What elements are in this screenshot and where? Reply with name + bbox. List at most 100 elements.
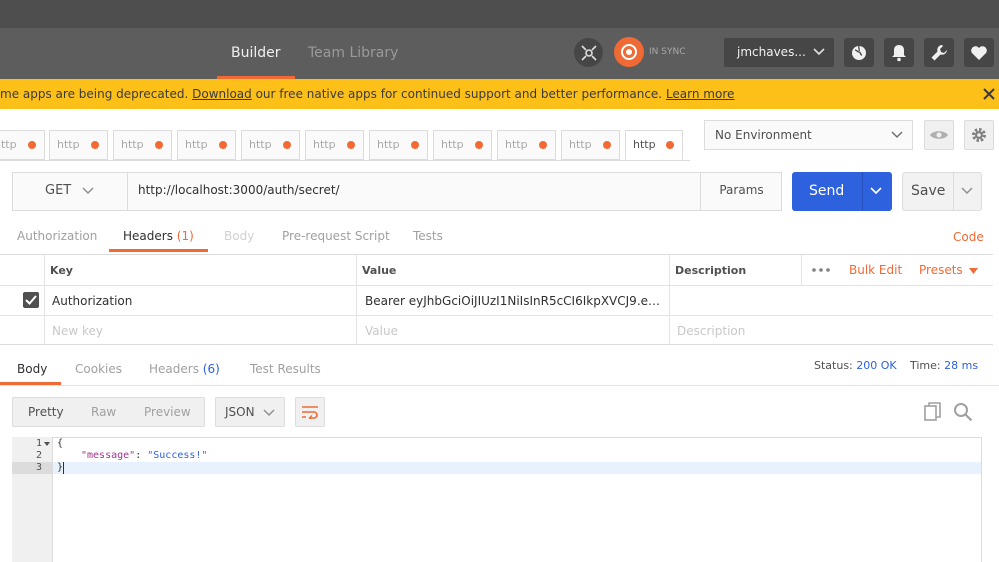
close-icon[interactable] bbox=[983, 88, 995, 100]
format-selected: JSON bbox=[225, 405, 255, 419]
format-select[interactable]: JSON bbox=[215, 397, 285, 427]
tab-prerequest-script[interactable]: Pre-request Script bbox=[282, 221, 390, 251]
raw-button[interactable]: Raw bbox=[91, 397, 116, 427]
pretty-button[interactable]: Pretty bbox=[28, 397, 64, 427]
checkmark-icon bbox=[25, 295, 37, 305]
header-enabled-checkbox[interactable] bbox=[23, 292, 39, 308]
table-divider bbox=[0, 285, 993, 286]
request-tab[interactable]: http bbox=[0, 130, 45, 160]
request-tab-label: http bbox=[377, 138, 400, 151]
wrench-icon[interactable] bbox=[924, 38, 954, 67]
request-tab[interactable]: http bbox=[433, 130, 492, 160]
send-button[interactable]: Send bbox=[792, 172, 892, 211]
response-tab-headers[interactable]: Headers (6) bbox=[149, 354, 220, 384]
tab-headers-label: Headers bbox=[123, 229, 173, 243]
tab-headers[interactable]: Headers (1) bbox=[109, 221, 208, 252]
request-tab[interactable]: http bbox=[625, 130, 683, 160]
deprecation-banner: me apps are being deprecated. Download o… bbox=[0, 79, 999, 109]
gear-icon[interactable] bbox=[964, 120, 994, 150]
environment-select[interactable]: No Environment bbox=[704, 120, 913, 150]
bulk-edit-link[interactable]: Bulk Edit bbox=[849, 263, 902, 277]
unsaved-dot-icon bbox=[411, 141, 419, 149]
globe-icon[interactable] bbox=[844, 38, 874, 67]
response-tab-test-results[interactable]: Test Results bbox=[250, 354, 321, 384]
request-tab-label: http bbox=[0, 138, 17, 151]
line-number: 3 bbox=[35, 462, 42, 473]
request-tab-label: http bbox=[57, 138, 80, 151]
request-tab[interactable]: http bbox=[305, 130, 364, 160]
more-options-icon[interactable] bbox=[812, 268, 830, 272]
column-divider bbox=[44, 255, 45, 344]
request-tab[interactable]: http bbox=[177, 130, 236, 160]
save-label: Save bbox=[911, 183, 946, 199]
preview-button[interactable]: Preview bbox=[144, 397, 191, 427]
chevron-down-icon[interactable] bbox=[870, 187, 882, 195]
tabs-divider bbox=[0, 160, 690, 161]
fold-caret-icon[interactable] bbox=[44, 442, 50, 446]
code-link[interactable]: Code bbox=[953, 228, 984, 246]
column-divider bbox=[356, 255, 357, 344]
json-separator: : bbox=[135, 450, 148, 461]
json-key: "message" bbox=[81, 450, 136, 461]
method-label: GET bbox=[45, 183, 72, 198]
column-divider bbox=[669, 255, 670, 344]
response-tab-body-label: Body bbox=[17, 362, 48, 376]
column-header-value: Value bbox=[362, 264, 397, 277]
sync-icon[interactable] bbox=[614, 37, 644, 67]
unsaved-dot-icon bbox=[475, 141, 483, 149]
copy-icon[interactable] bbox=[924, 402, 942, 422]
user-dropdown[interactable]: jmchaves... bbox=[724, 38, 834, 67]
request-tab[interactable]: http bbox=[561, 130, 620, 160]
presets-dropdown[interactable]: Presets bbox=[919, 263, 978, 277]
request-tab[interactable]: http bbox=[49, 130, 108, 160]
chevron-down-icon[interactable] bbox=[961, 187, 973, 195]
search-icon[interactable] bbox=[953, 402, 973, 422]
tab-body[interactable]: Body bbox=[224, 221, 254, 251]
tab-tests[interactable]: Tests bbox=[413, 221, 443, 251]
caret-down-icon bbox=[968, 268, 978, 274]
header-key-cell[interactable]: Authorization bbox=[52, 294, 132, 308]
request-tab[interactable]: http bbox=[241, 130, 300, 160]
sync-status: IN SYNC bbox=[649, 47, 686, 57]
new-key-input[interactable]: New key bbox=[52, 324, 103, 338]
request-tab-label: http bbox=[441, 138, 464, 151]
request-tab-label: http bbox=[313, 138, 336, 151]
bell-icon[interactable] bbox=[884, 38, 914, 67]
window-title-bar bbox=[0, 0, 999, 28]
status-label: Status: bbox=[814, 359, 853, 372]
send-split bbox=[862, 172, 863, 211]
new-description-input[interactable]: Description bbox=[677, 324, 745, 338]
request-tab-label: http bbox=[121, 138, 144, 151]
response-tab-cookies[interactable]: Cookies bbox=[75, 354, 122, 384]
heart-icon[interactable] bbox=[964, 38, 994, 67]
eye-icon[interactable] bbox=[924, 120, 954, 150]
response-tab-body[interactable]: Body bbox=[0, 354, 62, 385]
banner-text-after: our free native apps for continued suppo… bbox=[255, 87, 663, 101]
request-tab-label: http bbox=[505, 138, 528, 151]
send-label: Send bbox=[809, 183, 845, 199]
method-select[interactable]: GET bbox=[12, 172, 128, 211]
request-tab[interactable]: http bbox=[113, 130, 172, 160]
tab-authorization[interactable]: Authorization bbox=[17, 221, 97, 251]
line-number: 2 bbox=[35, 450, 42, 461]
unsaved-dot-icon bbox=[347, 141, 355, 149]
text-cursor bbox=[63, 462, 64, 474]
learn-more-link[interactable]: Learn more bbox=[666, 87, 734, 101]
code-line: { bbox=[57, 438, 64, 449]
new-value-input[interactable]: Value bbox=[365, 324, 398, 338]
time-label: Time: bbox=[910, 359, 941, 372]
wrap-lines-icon[interactable] bbox=[295, 397, 325, 427]
url-input[interactable]: http://localhost:3000/auth/secret/ bbox=[138, 172, 340, 211]
download-link[interactable]: Download bbox=[192, 87, 252, 101]
header-value-cell[interactable]: Bearer eyJhbGciOiJIUzI1NiIsInR5cCI6IkpXV… bbox=[365, 294, 663, 308]
tab-builder[interactable]: Builder bbox=[217, 28, 295, 79]
request-tab[interactable]: http bbox=[369, 130, 428, 160]
params-button[interactable]: Params bbox=[700, 172, 782, 211]
json-string-value: "Success!" bbox=[147, 450, 208, 461]
request-tab[interactable]: http bbox=[497, 130, 556, 160]
active-line-highlight bbox=[53, 462, 981, 474]
interceptor-icon[interactable] bbox=[574, 38, 603, 67]
save-button[interactable]: Save bbox=[902, 172, 982, 211]
chevron-down-icon bbox=[82, 187, 94, 195]
tab-team-library[interactable]: Team Library bbox=[308, 28, 398, 79]
